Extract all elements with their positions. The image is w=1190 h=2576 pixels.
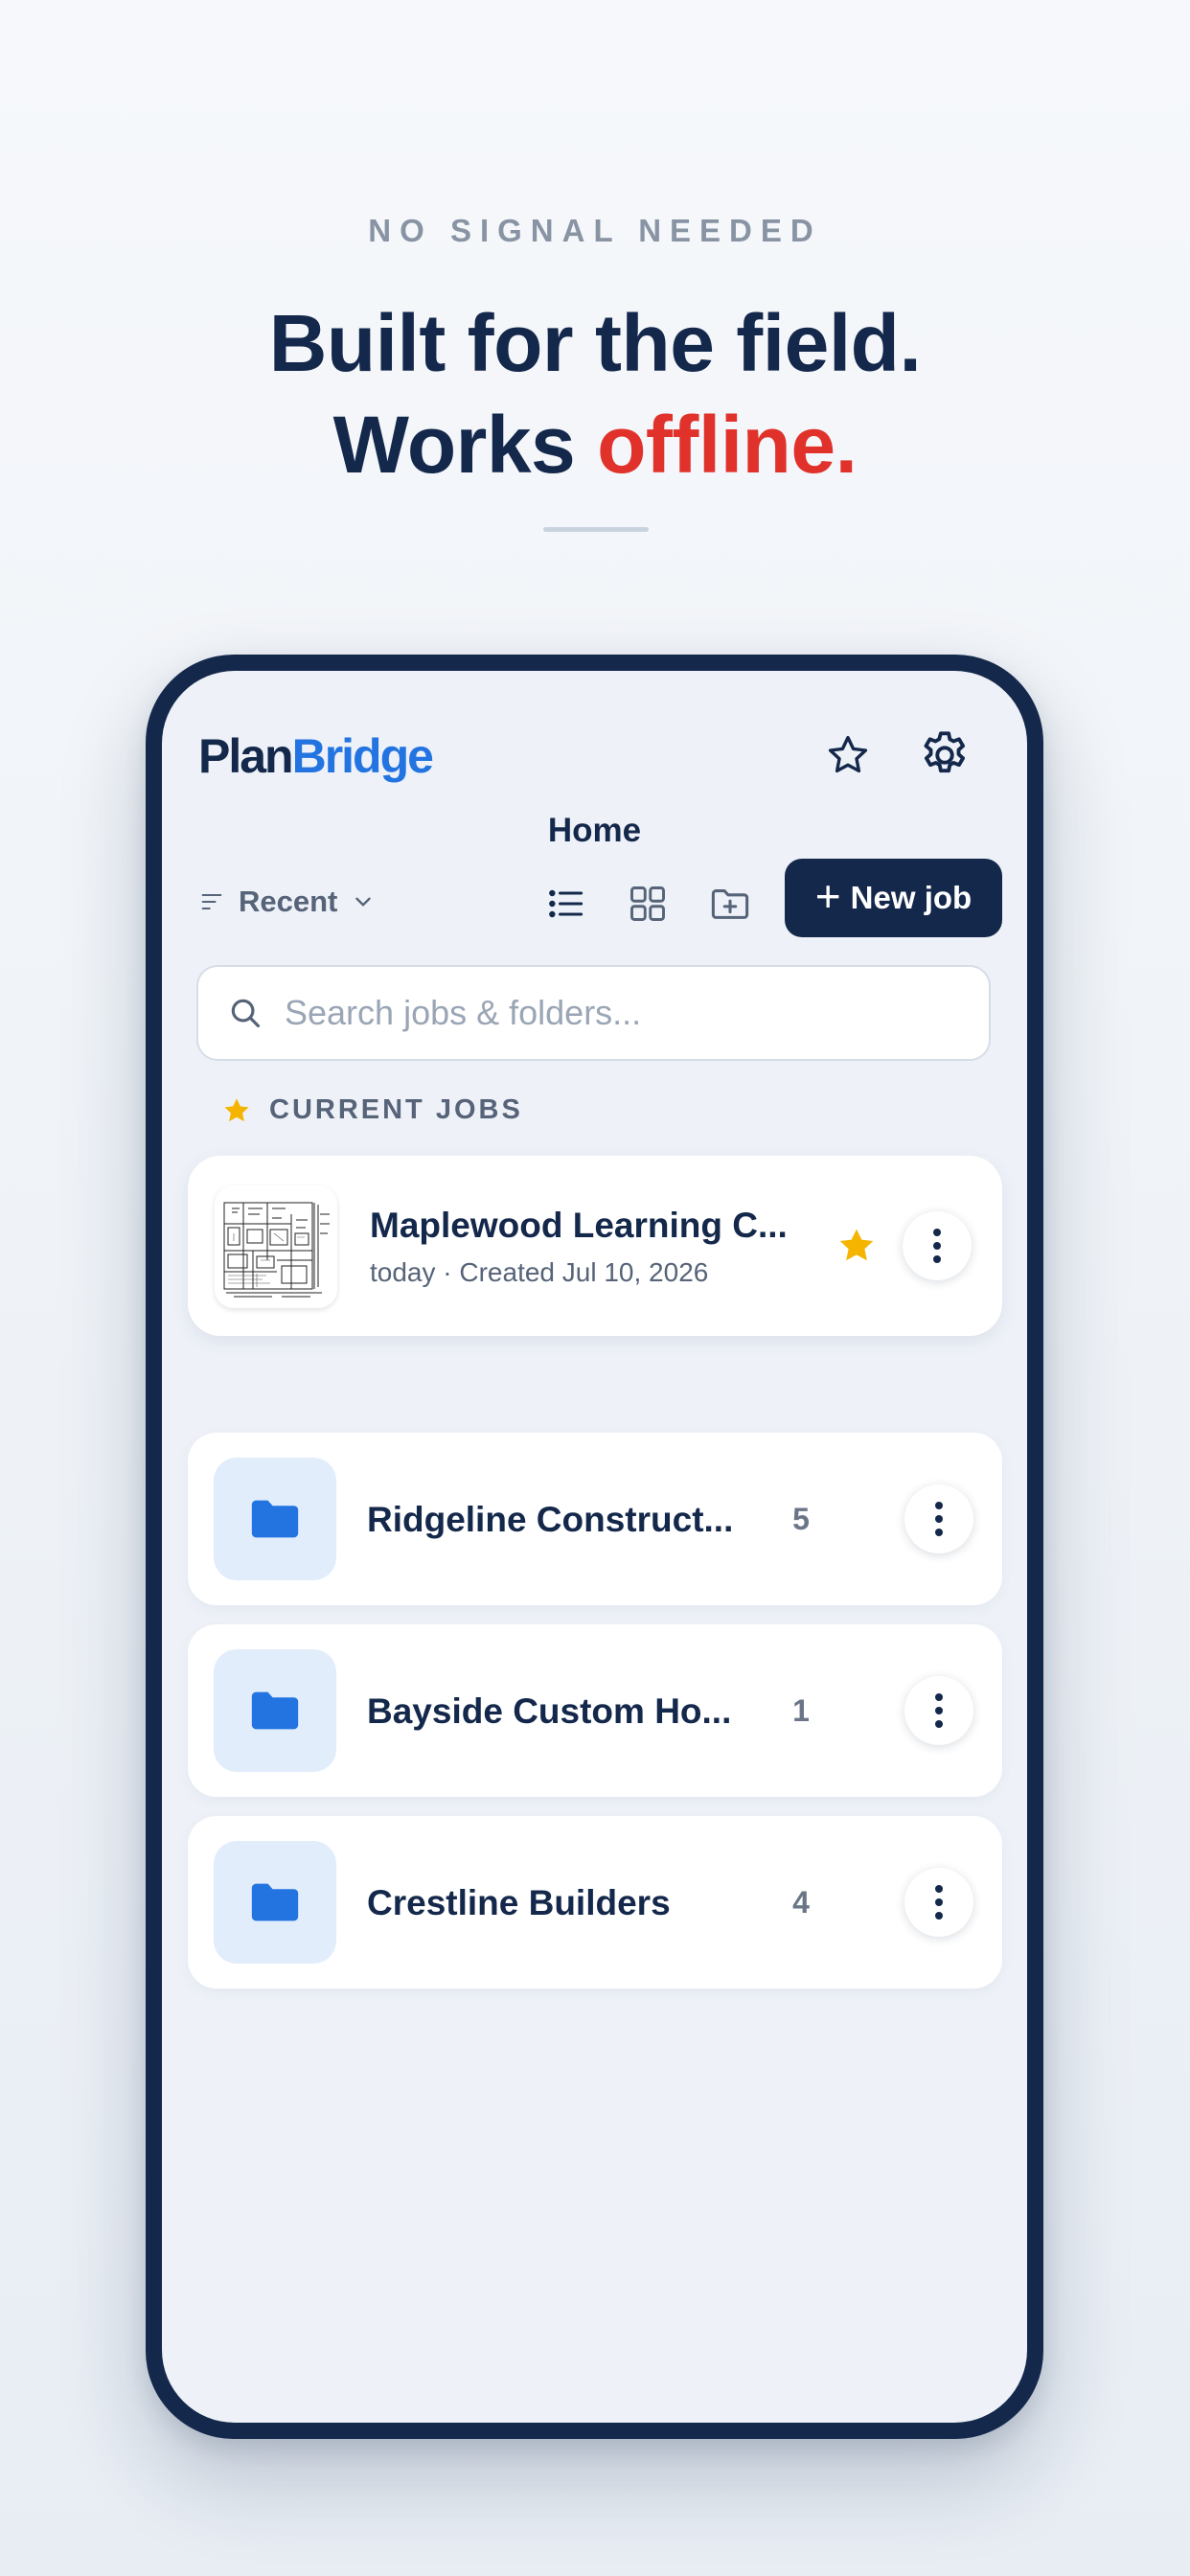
job-name: Maplewood Learning C... xyxy=(370,1206,788,1245)
grid-view-icon xyxy=(630,886,665,921)
folder-row[interactable]: Bayside Custom Ho... 1 xyxy=(188,1624,1002,1797)
search-field[interactable] xyxy=(196,965,991,1061)
blueprint-thumbnail xyxy=(215,1185,337,1308)
more-dot xyxy=(933,1255,941,1263)
sort-label: Recent xyxy=(239,885,338,918)
star-icon xyxy=(828,735,868,773)
list-view-icon xyxy=(549,889,584,918)
logo-text-bridge: Bridge xyxy=(291,729,434,783)
folder-item-count: 5 xyxy=(792,1502,810,1536)
search-icon xyxy=(231,999,261,1028)
add-folder-icon xyxy=(711,889,749,919)
favorites-button[interactable] xyxy=(813,721,882,790)
folder-name: Crestline Builders xyxy=(367,1883,671,1922)
phone-frame: PlanBridge Home Recent + New job Search … xyxy=(146,655,1043,2439)
headline-line-1: Built for the field. xyxy=(268,298,922,388)
page-title: Home xyxy=(547,812,642,849)
job-favorite-toggle[interactable] xyxy=(835,1225,878,1272)
more-dot xyxy=(933,1229,941,1236)
more-dot xyxy=(935,1502,943,1509)
chevron-down-icon xyxy=(355,897,372,907)
new-job-label: New job xyxy=(850,880,973,915)
new-job-button[interactable]: + New job xyxy=(785,859,1002,937)
headline-line-2: Works offline. xyxy=(0,394,1190,495)
folder-name: Bayside Custom Ho... xyxy=(367,1691,732,1731)
more-dot xyxy=(933,1242,941,1250)
folder-icon-tile xyxy=(214,1649,336,1772)
job-card[interactable]: Maplewood Learning C... today · Created … xyxy=(188,1156,1002,1336)
more-dot xyxy=(935,1529,943,1536)
plus-icon: + xyxy=(814,871,841,921)
promo-headline: Built for the field. Works offline. xyxy=(0,292,1190,495)
logo-text-plan: Plan xyxy=(198,729,294,783)
gear-icon xyxy=(924,731,966,773)
folder-icon-tile xyxy=(214,1841,336,1964)
sort-dropdown[interactable]: Recent xyxy=(198,875,376,929)
list-view-button[interactable] xyxy=(538,876,594,932)
star-filled-icon xyxy=(224,1097,249,1121)
more-dot xyxy=(935,1898,943,1906)
new-folder-button[interactable] xyxy=(702,876,758,932)
promo-eyebrow: NO SIGNAL NEEDED xyxy=(368,213,822,248)
folder-icon xyxy=(251,1500,299,1538)
more-dot xyxy=(935,1912,943,1920)
folder-item-count: 1 xyxy=(792,1693,810,1728)
settings-button[interactable] xyxy=(910,721,979,790)
star-filled-icon xyxy=(839,1229,874,1261)
more-dot xyxy=(935,1885,943,1893)
more-dot xyxy=(935,1693,943,1701)
sort-icon xyxy=(201,893,222,910)
more-dot xyxy=(935,1720,943,1728)
job-meta: today · Created Jul 10, 2026 xyxy=(370,1257,709,1287)
headline-accent: offline. xyxy=(597,400,858,490)
job-more-button[interactable] xyxy=(903,1211,972,1280)
promo-divider xyxy=(543,527,649,532)
blueprint-image xyxy=(215,1185,337,1308)
folder-icon xyxy=(251,1883,299,1921)
folder-icon xyxy=(251,1691,299,1730)
folder-more-button[interactable] xyxy=(904,1484,973,1553)
grid-view-button[interactable] xyxy=(620,876,675,932)
app-logo: PlanBridge xyxy=(198,728,434,784)
folder-more-button[interactable] xyxy=(904,1676,973,1745)
headline-line-2-prefix: Works xyxy=(332,400,598,490)
more-dot xyxy=(935,1515,943,1523)
folder-more-button[interactable] xyxy=(904,1868,973,1937)
current-jobs-label: CURRENT JOBS xyxy=(269,1094,523,1125)
app-screen: PlanBridge Home Recent + New job Search … xyxy=(162,671,1027,2423)
folder-item-count: 4 xyxy=(792,1885,810,1920)
folder-icon-tile xyxy=(214,1458,336,1580)
more-dot xyxy=(935,1707,943,1714)
search-input[interactable] xyxy=(285,993,955,1033)
folder-row[interactable]: Crestline Builders 4 xyxy=(188,1816,1002,1989)
current-jobs-header: CURRENT JOBS xyxy=(221,1094,523,1126)
folder-row[interactable]: Ridgeline Construct... 5 xyxy=(188,1433,1002,1605)
folder-name: Ridgeline Construct... xyxy=(367,1500,734,1539)
